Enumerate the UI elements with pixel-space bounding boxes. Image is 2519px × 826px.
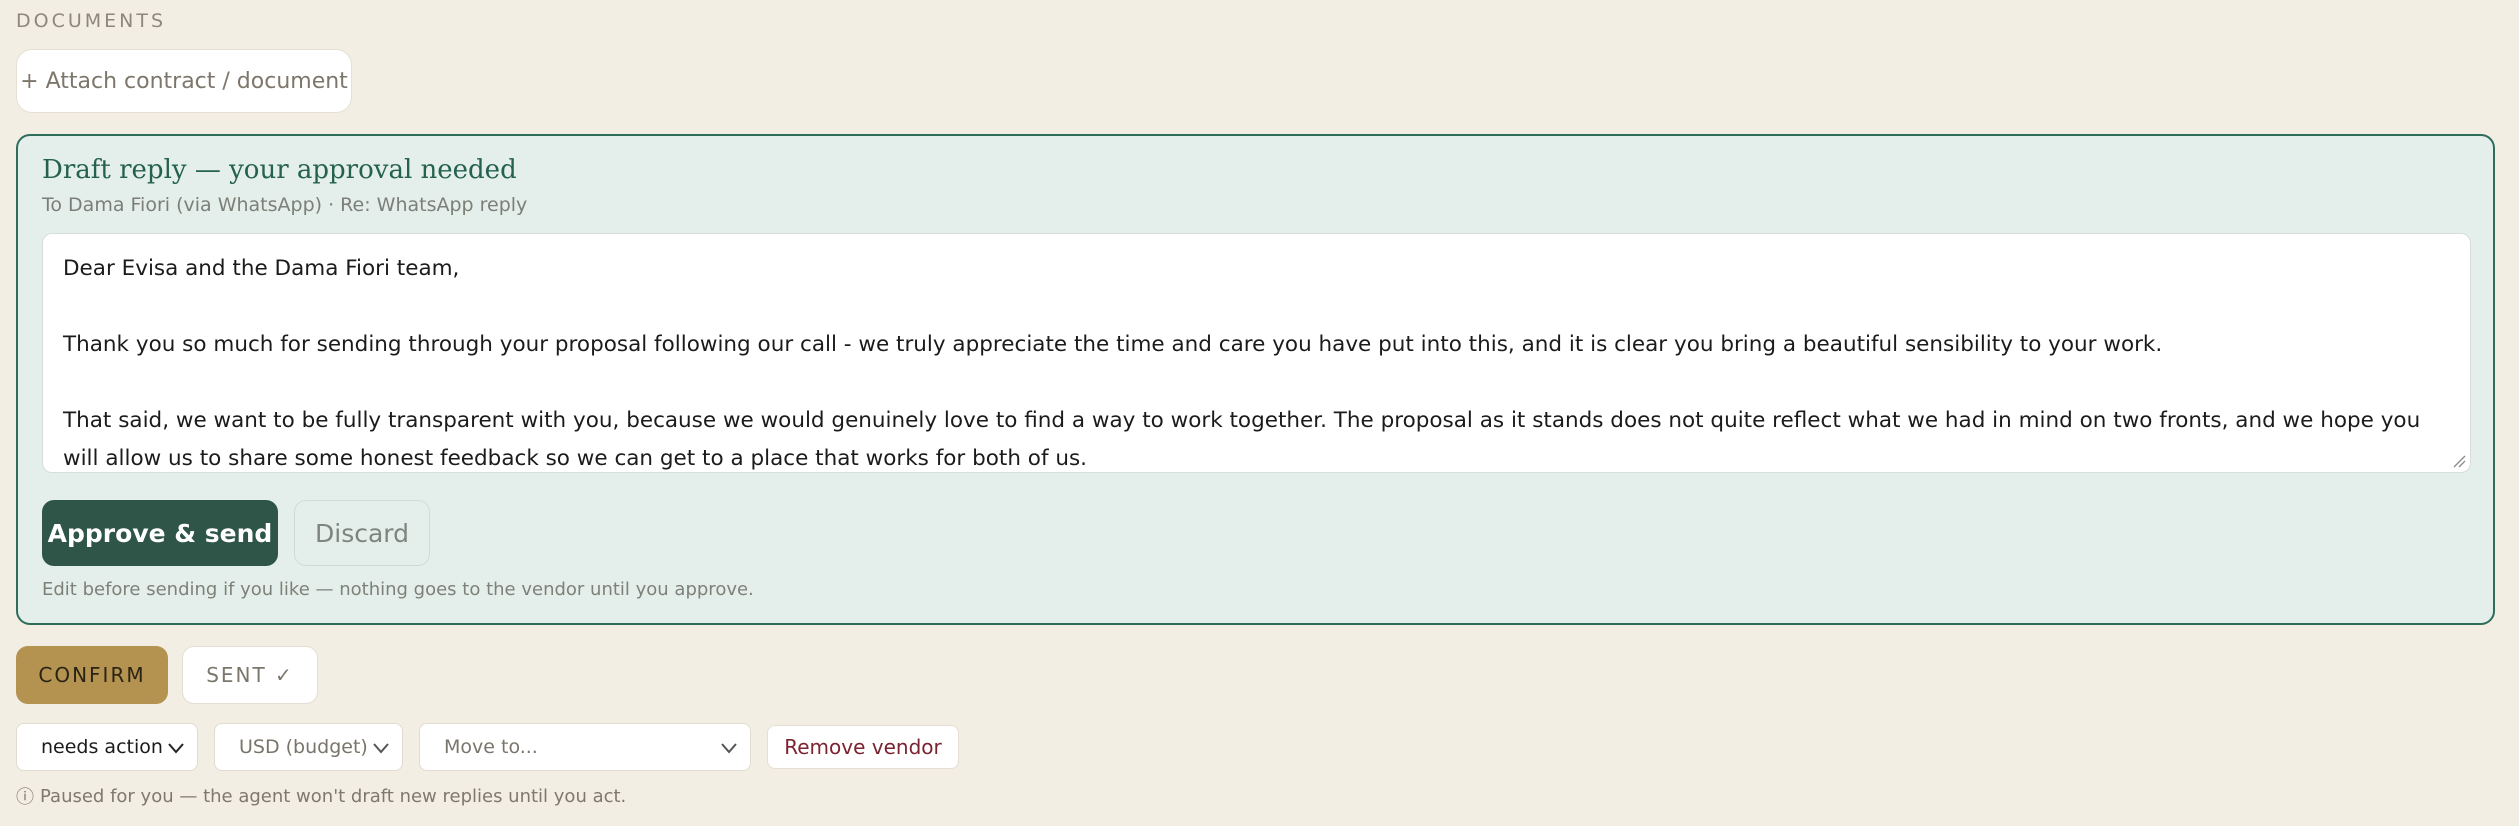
- info-icon: ⓘ: [16, 787, 34, 808]
- paused-note: ⓘ Paused for you — the agent won't draft…: [16, 783, 626, 809]
- reply-textarea[interactable]: Dear Evisa and the Dama Fiori team, Than…: [42, 233, 2471, 473]
- confirm-button[interactable]: CONFIRM: [16, 646, 168, 704]
- remove-vendor-button[interactable]: Remove vendor: [767, 725, 959, 769]
- reply-paragraph: Thank you so much for sending through yo…: [63, 332, 2163, 357]
- move-to-select[interactable]: Move to...: [419, 723, 751, 771]
- draft-reply-panel: Draft reply — your approval needed To Da…: [16, 134, 2495, 625]
- reply-paragraph: That said, we want to be fully transpare…: [63, 408, 2421, 471]
- status-select[interactable]: needs action: [16, 723, 198, 771]
- sent-button[interactable]: SENT ✓: [182, 646, 318, 704]
- resize-handle-icon[interactable]: [2452, 454, 2466, 468]
- paused-note-text: Paused for you — the agent won't draft n…: [40, 785, 627, 807]
- vendor-detail-page: DOCUMENTS + Attach contract / document D…: [0, 0, 2519, 826]
- approve-send-button[interactable]: Approve & send: [42, 500, 278, 566]
- draft-note: Edit before sending if you like — nothin…: [42, 579, 754, 600]
- status-select-value: needs action: [41, 736, 163, 758]
- reply-paragraph: Dear Evisa and the Dama Fiori team,: [63, 256, 460, 281]
- chevron-down-icon: [168, 743, 184, 754]
- chevron-down-icon: [721, 743, 737, 754]
- documents-section-label: DOCUMENTS: [16, 10, 167, 32]
- currency-select[interactable]: USD (budget): [214, 723, 403, 771]
- draft-title: Draft reply — your approval needed: [42, 155, 517, 185]
- chevron-down-icon: [373, 743, 389, 754]
- move-to-placeholder: Move to...: [444, 736, 538, 758]
- attach-document-button[interactable]: + Attach contract / document: [16, 49, 352, 113]
- draft-recipient: To Dama Fiori (via WhatsApp) · Re: Whats…: [42, 194, 528, 216]
- currency-select-value: USD (budget): [239, 736, 368, 758]
- discard-button[interactable]: Discard: [294, 500, 430, 566]
